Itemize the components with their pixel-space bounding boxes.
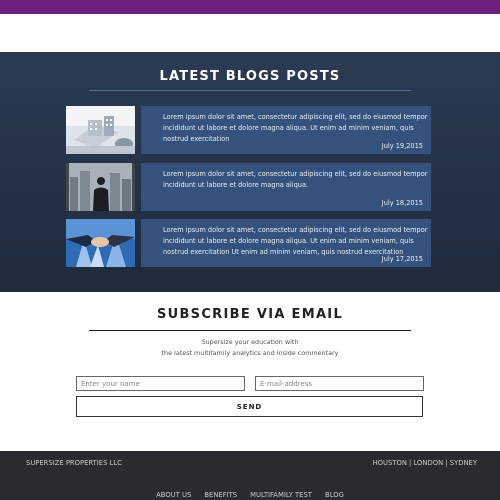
businessman-skyline-image[interactable] xyxy=(66,163,135,211)
blog-post-excerpt: Lorem ipsum dolor sit amet, consectetur … xyxy=(163,226,428,256)
subscribe-title: SUBSCRIBE VIA EMAIL xyxy=(156,307,344,322)
header-spacer xyxy=(0,14,500,52)
name-input[interactable] xyxy=(76,376,245,391)
latest-blogs-section: LATEST BLOGS POSTS Lorem ipsum dolor sit… xyxy=(0,52,500,292)
footer-cities: HOUSTON | LONDON | SYDNEY xyxy=(372,459,477,467)
handshake-image[interactable] xyxy=(66,219,135,267)
footer-link-multifamily-test[interactable]: MULTIFAMILY TEST xyxy=(250,491,312,499)
footer-company-name: SUPERSIZE PROPERTIES LLC xyxy=(26,459,122,467)
footer-link-benefits[interactable]: BENEFITS xyxy=(204,491,237,499)
send-button[interactable]: SEND xyxy=(76,396,423,417)
blog-post-card: Lorem ipsum dolor sit amet, consectetur … xyxy=(141,163,431,211)
footer-nav: ABOUT US BENEFITS MULTIFAMILY TEST BLOG xyxy=(0,482,500,500)
blog-post-3[interactable]: Lorem ipsum dolor sit amet, consectetur … xyxy=(66,219,431,267)
subscribe-title-divider xyxy=(89,330,411,331)
blogs-title-divider xyxy=(89,90,411,91)
blog-post-excerpt: Lorem ipsum dolor sit amet, consectetur … xyxy=(163,170,428,189)
footer-link-about-us[interactable]: ABOUT US xyxy=(156,491,191,499)
subscribe-description-line-1: Supersize your education with xyxy=(201,338,299,346)
blog-post-card: Lorem ipsum dolor sit amet, consectetur … xyxy=(141,219,431,267)
top-accent-bar xyxy=(0,0,500,14)
email-input[interactable] xyxy=(255,376,424,391)
blog-post-excerpt: Lorem ipsum dolor sit amet, consectetur … xyxy=(163,113,428,143)
blog-post-card: Lorem ipsum dolor sit amet, consectetur … xyxy=(141,106,431,154)
blog-post-1[interactable]: Lorem ipsum dolor sit amet, consectetur … xyxy=(66,106,431,154)
blog-post-2[interactable]: Lorem ipsum dolor sit amet, consectetur … xyxy=(66,163,431,211)
blog-post-date: July 18,2015 xyxy=(381,199,423,207)
blogs-title: LATEST BLOGS POSTS xyxy=(159,69,341,84)
subscribe-description: Supersize your education with the latest… xyxy=(0,337,500,359)
blog-post-date: July 17,2015 xyxy=(381,255,423,263)
footer-link-blog[interactable]: BLOG xyxy=(325,491,344,499)
footer: SUPERSIZE PROPERTIES LLC HOUSTON | LONDO… xyxy=(0,451,500,500)
blog-post-date: July 19,2015 xyxy=(381,142,423,150)
office-building-model-image[interactable] xyxy=(66,106,135,154)
subscribe-description-line-2: the latest multifamily analytics and ins… xyxy=(161,349,339,357)
